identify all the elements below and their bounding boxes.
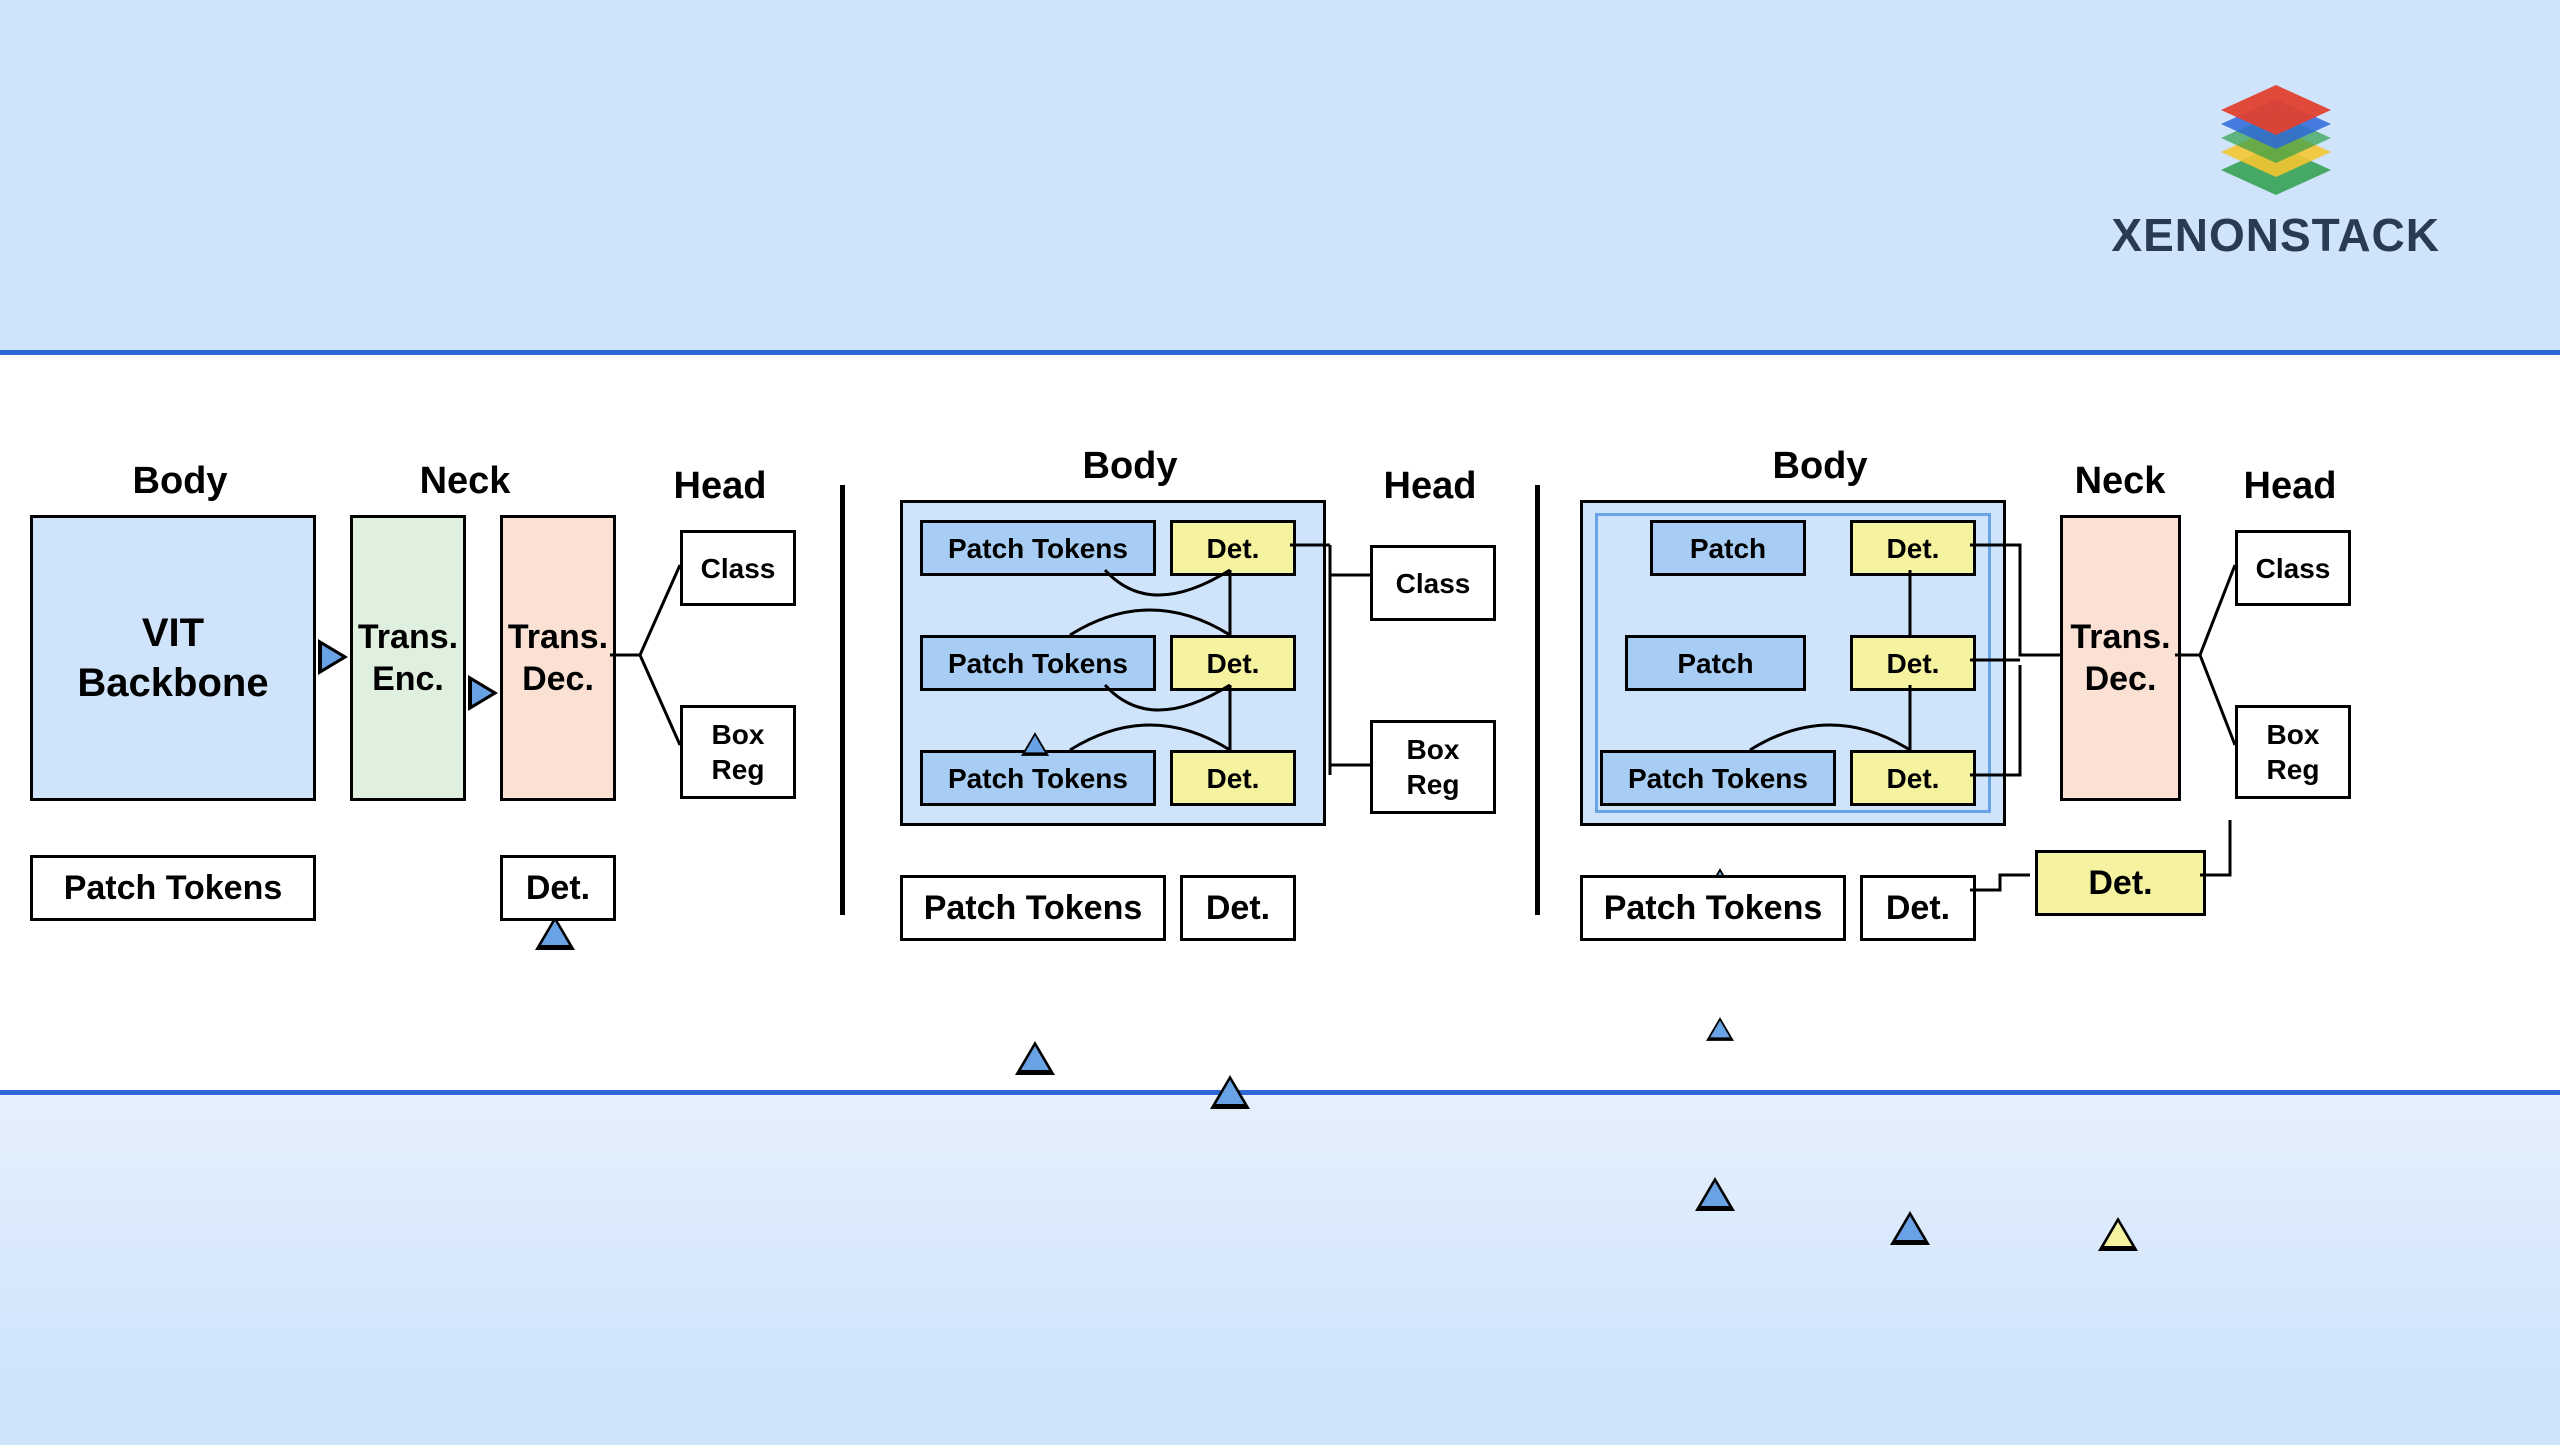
p3-l2-patch: Patch — [1625, 635, 1806, 691]
p1-trans-enc: Trans. Enc. — [350, 515, 466, 801]
p3-l3-det: Det. — [1850, 520, 1976, 576]
p2-class: Class — [1370, 545, 1496, 621]
p2-body-label: Body — [960, 445, 1300, 488]
arrow-up-icon — [1706, 1017, 1734, 1041]
p2-boxreg: Box Reg — [1370, 720, 1496, 814]
p3-det-input: Det. — [1860, 875, 1976, 941]
p3-trans-dec: Trans. Dec. — [2060, 515, 2181, 801]
brand-logo: XENONSTACK — [2111, 50, 2440, 262]
p1-class: Class — [680, 530, 796, 606]
p2-l3-det: Det. — [1170, 520, 1296, 576]
arrow-up-icon — [1695, 1177, 1735, 1211]
p1-patch-tokens: Patch Tokens — [30, 855, 316, 921]
arrow-up-icon — [535, 916, 575, 950]
stack-icon — [2186, 50, 2366, 200]
p3-patch-tokens: Patch Tokens — [1580, 875, 1846, 941]
p1-trans-dec: Trans. Dec. — [500, 515, 616, 801]
p3-head-label: Head — [2210, 465, 2370, 508]
separator — [840, 485, 845, 915]
diagram-area: Body Neck Head VIT Backbone Trans. Enc. … — [0, 355, 2560, 1090]
p2-patch-tokens: Patch Tokens — [900, 875, 1166, 941]
p2-head-label: Head — [1350, 465, 1510, 508]
p3-class: Class — [2235, 530, 2351, 606]
arrow-up-icon — [1210, 1075, 1250, 1109]
p3-boxreg: Box Reg — [2235, 705, 2351, 799]
arrow-up-yellow-icon — [2098, 1217, 2138, 1251]
p3-l1-patch: Patch Tokens — [1600, 750, 1836, 806]
arrow-up-icon — [1021, 732, 1049, 756]
p1-det-input: Det. — [500, 855, 616, 921]
p3-l2-det: Det. — [1850, 635, 1976, 691]
p3-l3-patch: Patch — [1650, 520, 1806, 576]
p2-l2-patch: Patch Tokens — [920, 635, 1156, 691]
p3-det-yellow: Det. — [2035, 850, 2206, 916]
p2-l1-det: Det. — [1170, 750, 1296, 806]
arrow-right-icon — [318, 639, 348, 675]
p1-body-label: Body — [60, 460, 300, 503]
p3-l1-det: Det. — [1850, 750, 1976, 806]
p1-head-label: Head — [640, 465, 800, 508]
p1-neck-label: Neck — [345, 460, 585, 503]
separator — [1535, 485, 1540, 915]
p3-neck-label: Neck — [2035, 460, 2205, 503]
p2-l3-patch: Patch Tokens — [920, 520, 1156, 576]
p2-l2-det: Det. — [1170, 635, 1296, 691]
arrow-up-icon — [1890, 1211, 1930, 1245]
p1-vit-backbone: VIT Backbone — [30, 515, 316, 801]
p2-det-input: Det. — [1180, 875, 1296, 941]
p1-boxreg: Box Reg — [680, 705, 796, 799]
arrow-right-icon — [468, 675, 498, 711]
p3-body-label: Body — [1650, 445, 1990, 488]
footer-band — [0, 1090, 2560, 1445]
arrow-up-icon — [1015, 1041, 1055, 1075]
brand-name: XENONSTACK — [2111, 208, 2440, 262]
p2-l1-patch: Patch Tokens — [920, 750, 1156, 806]
